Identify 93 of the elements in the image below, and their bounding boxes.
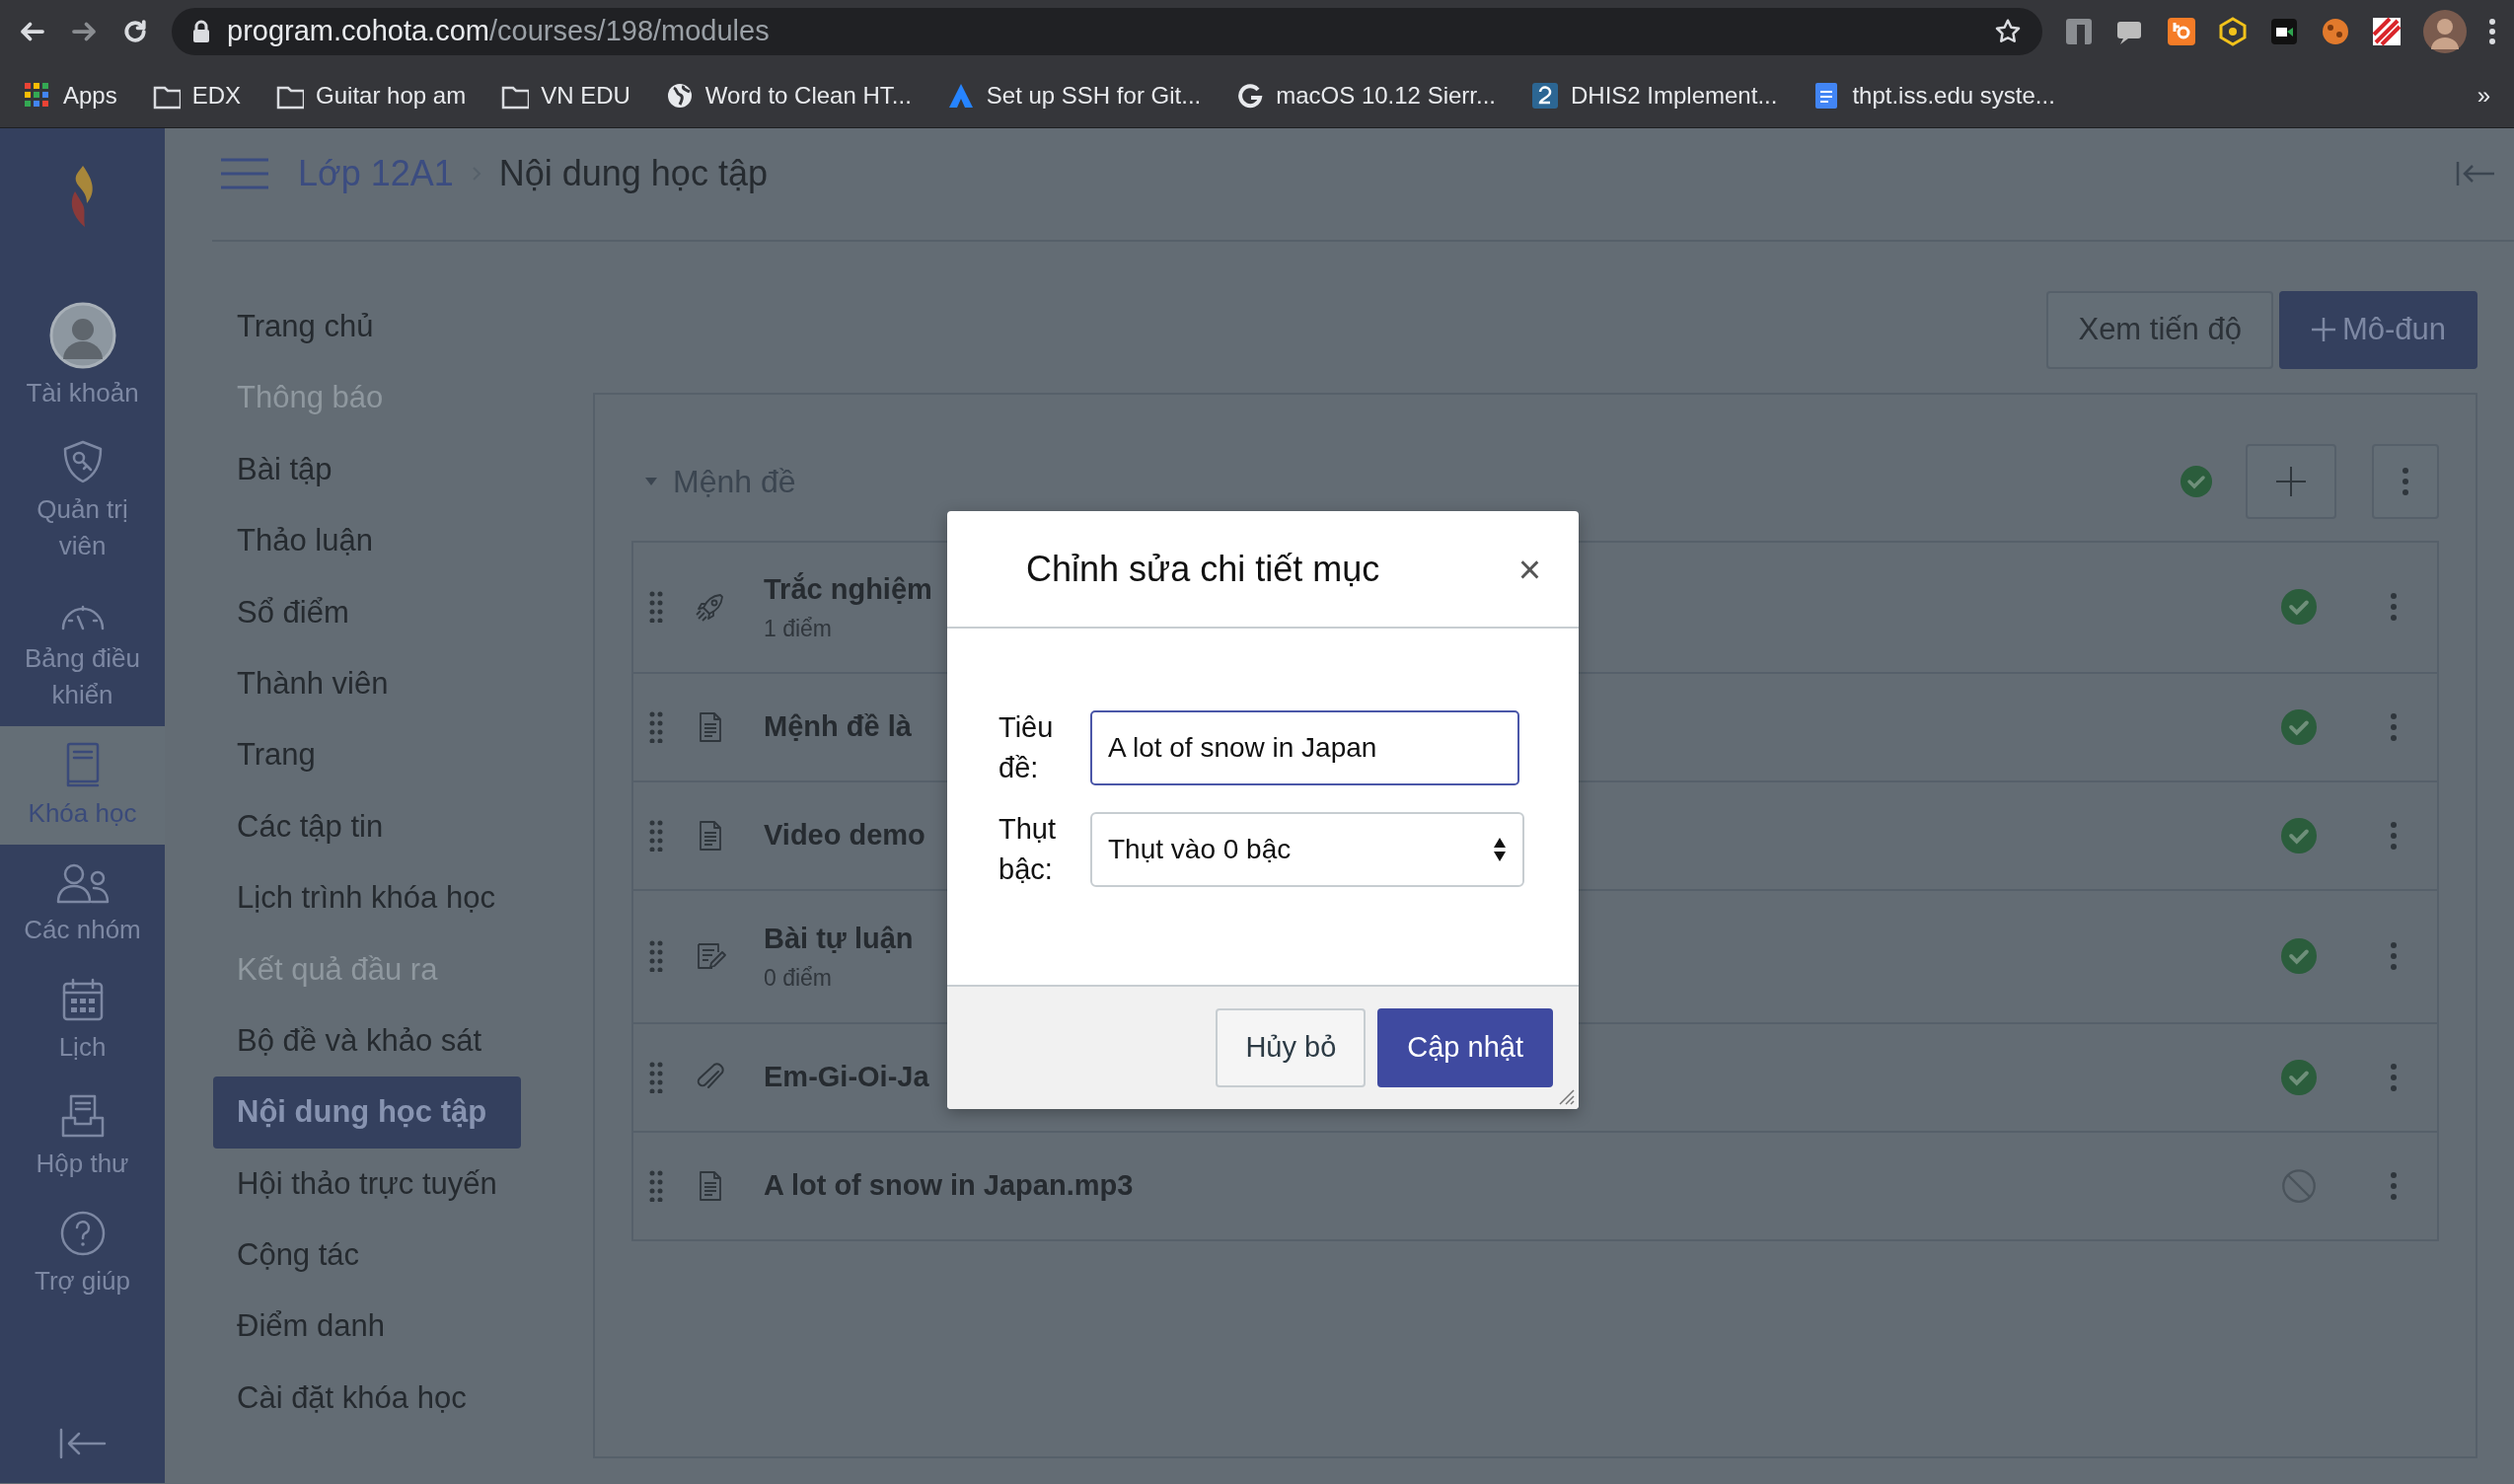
update-button[interactable]: Cập nhật [1377,1008,1553,1087]
course-nav-link[interactable]: Cài đặt khóa học [213,1362,521,1435]
course-nav-link[interactable]: Các tập tin [213,790,521,863]
item-link[interactable]: Bài tự luận [764,918,914,961]
edit-document-icon [695,940,726,972]
drag-handle-icon[interactable] [649,710,663,743]
bookmark-link[interactable]: Word to Clean HT... [665,77,912,113]
drag-handle-icon[interactable] [649,819,663,852]
hub-icon[interactable] [2167,17,2196,46]
plus-icon [2274,464,2308,498]
title-field[interactable]: A lot of snow in Japan [1090,709,1519,785]
nav-item[interactable]: Bảng điều khiển [0,577,165,726]
published-icon[interactable] [2281,817,2317,853]
more-icon[interactable] [2390,592,2398,622]
bookmark-link[interactable]: VN EDU [501,77,630,113]
rocket-icon [695,591,726,623]
cancel-button[interactable]: Hủy bỏ [1216,1008,1367,1087]
drag-handle-icon[interactable] [649,1169,663,1202]
add-module-button[interactable]: Mô-đun [2278,291,2477,369]
bookmark-link[interactable]: thpt.iss.edu syste... [1812,77,2055,113]
course-nav-link[interactable]: Thành viên [213,647,521,720]
course-nav-link[interactable]: Bộ đề và khảo sát [213,1004,521,1077]
course-nav-link[interactable]: Hội thảo trực tuyến [213,1148,521,1221]
nav-item[interactable]: Các nhóm [0,845,165,962]
published-icon[interactable] [2181,465,2212,497]
globe-icon [665,81,694,110]
grid-icon [24,81,51,110]
close-button[interactable]: × [1510,549,1549,589]
item-link[interactable]: A lot of snow in Japan.mp3 [764,1163,1134,1208]
caret-icon[interactable] [643,475,659,487]
item-link[interactable]: Em-Gi-Oi-Ja [764,1055,929,1099]
more-icon[interactable] [2390,1062,2398,1092]
more-icon[interactable] [2390,941,2398,971]
breadcrumb-current: Nội dung học tập [498,151,768,195]
cookie-icon[interactable] [2321,17,2350,46]
more-icon[interactable] [2390,820,2398,851]
drag-handle-icon[interactable] [649,940,663,972]
nav-item[interactable]: Tài khoản [0,288,165,425]
plus-icon [2310,317,2336,343]
course-nav-link[interactable]: Điểm danh [213,1291,521,1363]
points-text: 1 điểm [764,614,834,643]
published-icon[interactable] [2281,589,2317,625]
menu-icon[interactable] [2488,17,2496,46]
bookmark-link[interactable]: DHIS2 Implement... [1531,77,1778,113]
progress-button[interactable]: Xem tiến độ [2046,291,2273,369]
more-icon [2402,466,2409,496]
square-icon[interactable] [2064,17,2094,46]
stripes-icon[interactable] [2372,17,2402,46]
published-icon[interactable] [2281,708,2317,745]
badge-icon [1531,81,1559,110]
cube-icon[interactable] [2218,17,2248,46]
help-icon [58,1209,107,1257]
avatar-icon [48,302,116,369]
more-icon[interactable] [2390,1170,2398,1201]
lock-icon [191,20,211,43]
more-bookmarks-button[interactable]: » [2477,77,2490,113]
course-nav-link[interactable]: Lịch trình khóa học [213,862,521,934]
add-item-button[interactable] [2246,443,2336,519]
item-link[interactable]: Video demo [764,813,925,857]
more-icon[interactable] [2390,711,2398,742]
course-nav-link[interactable]: Trang chủ [213,291,521,363]
resize-handle-icon[interactable] [1557,1087,1575,1105]
unpublished-icon[interactable] [2281,1167,2317,1204]
nav-item[interactable]: Hộp thư [0,1078,165,1196]
published-icon[interactable] [2281,1059,2317,1095]
item-link[interactable]: Trắc nghiệm [764,568,932,612]
camera-icon[interactable] [2269,17,2299,46]
bookmark-link[interactable]: EDX [152,77,242,113]
nav-item[interactable]: Lịch [0,961,165,1079]
drag-handle-icon[interactable] [649,1061,663,1093]
course-nav-link[interactable]: Thảo luận [213,505,521,577]
bookmark-link[interactable]: Set up SSH for Git... [946,77,1202,113]
course-nav-link[interactable]: Cộng tác [213,1220,521,1292]
field-label: Thụt bậc: [998,812,1058,887]
item-link[interactable]: Mệnh đề là [764,705,912,749]
module-menu-button[interactable] [2372,443,2439,519]
nav-item[interactable]: Quản trị viên [0,424,165,578]
nav-item[interactable]: Trợ giúp [0,1195,165,1312]
course-nav-link[interactable]: Nội dung học tập [213,1076,521,1149]
published-icon[interactable] [2281,938,2317,974]
drag-handle-icon[interactable] [649,591,663,623]
indent-select[interactable]: Thụt vào 0 bậc [1090,811,1524,887]
course-nav-link[interactable]: Sổ điểm [213,576,521,648]
field-label: Tiêu đề: [998,710,1055,785]
avatar-icon[interactable] [2423,10,2467,53]
course-nav-link[interactable]: Trang [213,719,521,791]
course-nav-link[interactable]: Bài tập [213,433,521,506]
bookmark-link[interactable]: Apps [24,77,117,113]
points-text: 0 điểm [764,963,834,993]
bookmark-link[interactable]: Guitar hop am [276,77,467,113]
bookmark-link[interactable]: macOS 10.12 Sierr... [1236,77,1496,113]
dialog-title: Chỉnh sửa chi tiết mục [1026,547,1380,591]
g-icon [1236,81,1265,110]
